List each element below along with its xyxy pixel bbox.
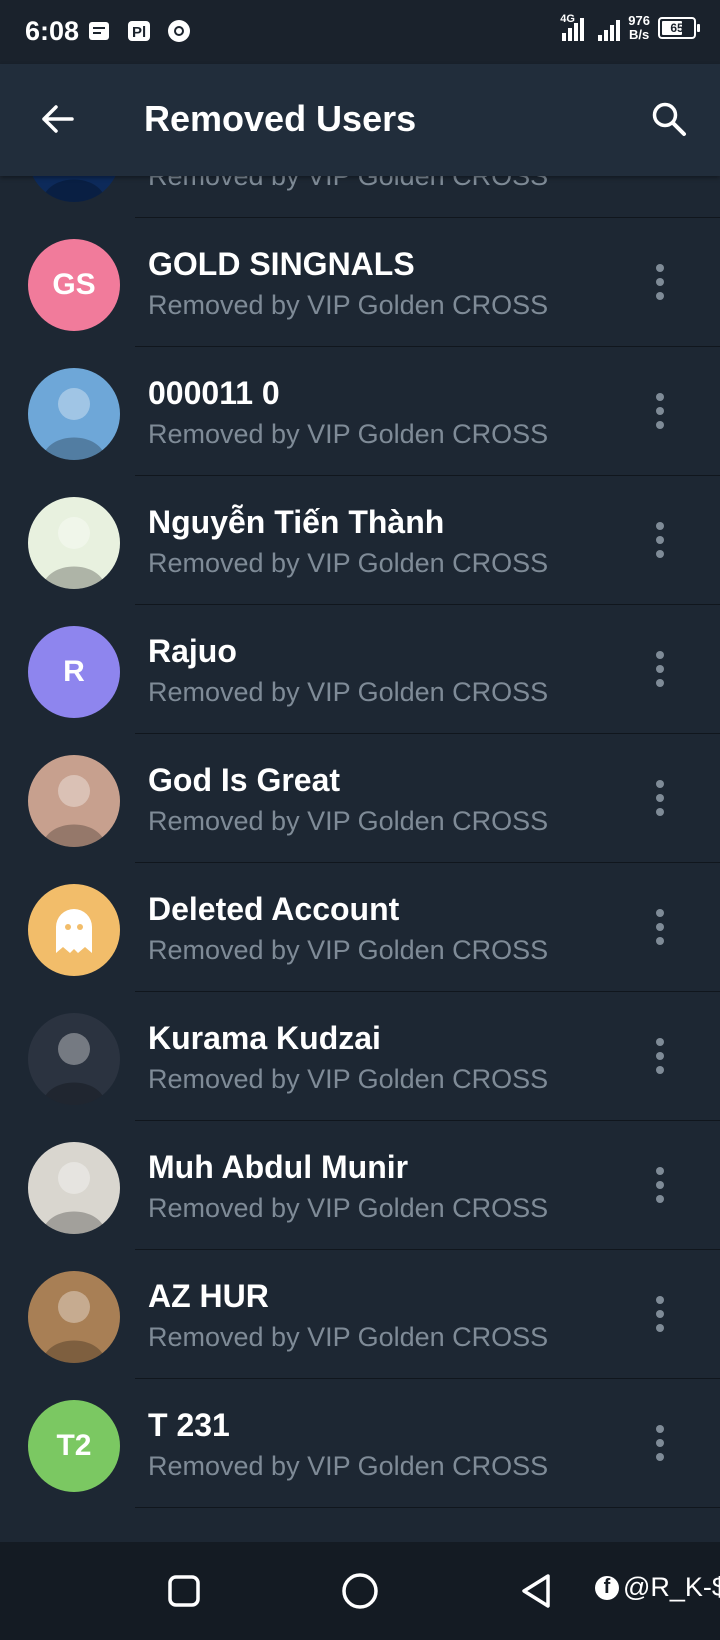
removed-by-text: Removed by VIP Golden CROSS <box>148 677 549 707</box>
user-name: Nguyễn Tiến Thành <box>148 504 445 540</box>
more-vertical-icon[interactable] <box>642 520 678 560</box>
removed-by-text: Removed by VIP Golden CROSS <box>148 1322 549 1352</box>
more-vertical-icon[interactable] <box>642 1423 678 1463</box>
avatar-initials: R <box>63 655 85 688</box>
user-name: Deleted Account <box>148 891 400 927</box>
list-item[interactable]: God Is Great Removed by VIP Golden CROSS <box>0 734 720 863</box>
page-title: Removed Users <box>144 98 417 139</box>
more-vertical-icon[interactable] <box>642 262 678 302</box>
back-triangle-icon[interactable] <box>513 1568 559 1614</box>
signal-icon <box>598 15 621 41</box>
list-item[interactable]: AZ HUR Removed by VIP Golden CROSS <box>0 1250 720 1379</box>
avatar[interactable] <box>28 1013 120 1105</box>
list-item[interactable]: Muh Abdul Munir Removed by VIP Golden CRO… <box>0 1121 720 1250</box>
list-item[interactable]: Kurama Kudzai Removed by VIP Golden CROSS <box>0 992 720 1121</box>
removed-users-list[interactable]: 75762Removed by VIP Golden CROSS GS GOLD S… <box>0 176 720 1542</box>
status-bar: 6:08 Pl 4G 976 B/s 65 <box>0 0 720 64</box>
more-vertical-icon[interactable] <box>642 778 678 818</box>
avatar-initials: GS <box>52 268 96 301</box>
recents-icon[interactable] <box>161 1568 207 1614</box>
removed-by-text: Removed by VIP Golden CROSS <box>148 176 549 191</box>
more-vertical-icon[interactable] <box>642 391 678 431</box>
back-arrow-icon[interactable] <box>32 94 82 144</box>
avatar-initials: T2 <box>56 1429 92 1462</box>
search-icon[interactable] <box>644 94 694 144</box>
avatar[interactable] <box>28 1271 120 1363</box>
svg-text:Pl: Pl <box>132 24 146 41</box>
list-item[interactable]: GS GOLD SINGNALS Removed by VIP Golden CRO… <box>0 218 720 347</box>
profile-photo <box>42 775 106 847</box>
avatar[interactable]: GS <box>28 239 120 331</box>
removed-by-text: Removed by VIP Golden CROSS <box>148 1451 549 1481</box>
profile-photo <box>42 388 106 460</box>
avatar[interactable] <box>28 884 120 976</box>
list-item[interactable]: T2 T 231 Removed by VIP Golden CROSS <box>0 1379 720 1508</box>
network-speed: 976 B/s <box>628 13 650 42</box>
facebook-icon: f <box>595 1575 619 1600</box>
watermark-text: @R_K-$ <box>623 1572 720 1602</box>
avatar[interactable]: T2 <box>28 1400 120 1492</box>
chrome-icon <box>166 18 192 44</box>
notification-icons: Pl <box>86 18 192 44</box>
signal-4g-icon: 4G <box>560 13 585 41</box>
user-name: AZ HUR <box>148 1278 269 1314</box>
profile-photo <box>42 517 106 589</box>
user-name: 000011 0 <box>148 375 280 411</box>
more-vertical-icon[interactable] <box>642 1294 678 1334</box>
avatar[interactable] <box>28 755 120 847</box>
avatar[interactable] <box>28 497 120 589</box>
user-name: T 231 <box>148 1407 230 1443</box>
removed-by-text: Removed by VIP Golden CROSS <box>148 1193 549 1223</box>
list-item[interactable]: R Rajuo Removed by VIP Golden CROSS <box>0 605 720 734</box>
avatar[interactable]: R <box>28 626 120 718</box>
profile-photo <box>42 1033 106 1105</box>
list-item[interactable]: Deleted Account Removed by VIP Golden CRO… <box>0 863 720 992</box>
profile-photo <box>42 179 106 202</box>
avatar[interactable] <box>28 368 120 460</box>
status-time: 6:08 <box>25 16 80 46</box>
message-notification-icon <box>86 18 112 44</box>
more-vertical-icon[interactable] <box>642 1036 678 1076</box>
user-name: Muh Abdul Munir <box>148 1149 409 1185</box>
user-name: Kurama Kudzai <box>148 1020 381 1056</box>
status-right: 4G 976 B/s 65 <box>560 13 700 42</box>
ghost-icon <box>56 909 92 953</box>
system-nav-bar: f @R_K-$ <box>0 1542 720 1640</box>
list-item[interactable]: Nguyễn Tiến Thành Removed by VIP Golden C… <box>0 476 720 605</box>
removed-by-text: Removed by VIP Golden CROSS <box>148 548 549 578</box>
removed-by-text: Removed by VIP Golden CROSS <box>148 806 549 836</box>
removed-by-text: Removed by VIP Golden CROSS <box>148 1064 549 1094</box>
more-vertical-icon[interactable] <box>642 649 678 689</box>
user-name: Rajuo <box>148 633 237 669</box>
avatar[interactable] <box>28 176 120 202</box>
removed-by-text: Removed by VIP Golden CROSS <box>148 419 549 449</box>
profile-photo <box>42 1291 106 1363</box>
app-header: Removed Users <box>0 64 720 176</box>
battery-level: 65 <box>670 21 684 35</box>
app-notification-icon: Pl <box>126 18 152 44</box>
removed-by-text: Removed by VIP Golden CROSS <box>148 290 549 320</box>
watermark: f @R_K-$ <box>595 1572 720 1603</box>
user-name: God Is Great <box>148 762 341 798</box>
home-icon[interactable] <box>337 1568 383 1614</box>
more-vertical-icon[interactable] <box>642 1165 678 1205</box>
network-type: 4G <box>560 13 575 25</box>
list-item[interactable]: 75762Removed by VIP Golden CROSS <box>0 176 720 218</box>
removed-by-text: Removed by VIP Golden CROSS <box>148 935 549 965</box>
avatar[interactable] <box>28 1142 120 1234</box>
profile-photo <box>42 1162 106 1234</box>
user-name: GOLD SINGNALS <box>148 246 415 282</box>
battery-icon: 65 <box>658 17 700 39</box>
list-item[interactable]: 000011 0 Removed by VIP Golden CROSS <box>0 347 720 476</box>
divider <box>135 1507 720 1508</box>
more-vertical-icon[interactable] <box>642 907 678 947</box>
